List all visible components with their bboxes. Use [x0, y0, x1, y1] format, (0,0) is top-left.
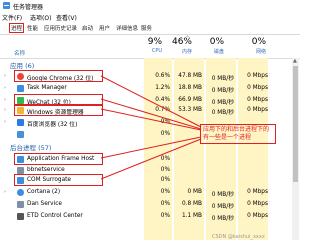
- scrollbar-thumb[interactable]: [293, 66, 298, 182]
- arrow-to-frame-host: [100, 136, 202, 159]
- annotation-arrows: [100, 75, 202, 180]
- scroll-up-icon[interactable]: ▲: [293, 58, 297, 64]
- arrow-to-wechat: [100, 98, 202, 130]
- arrow-to-com-surrogate: [100, 138, 202, 180]
- watermark: CSDN @kaishui_xxxx: [212, 234, 265, 240]
